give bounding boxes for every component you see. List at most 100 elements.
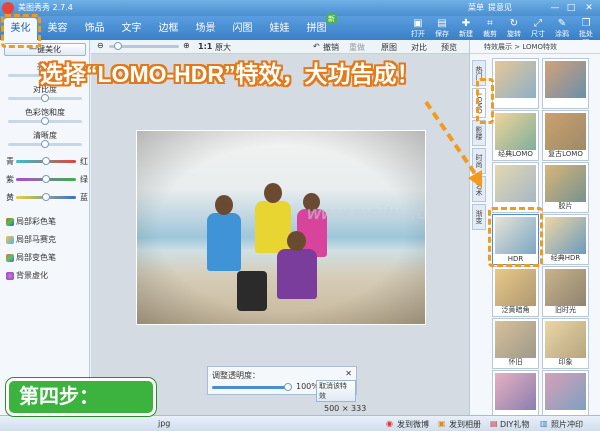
original-size-button[interactable]: 原大 xyxy=(215,42,231,53)
recolor-brush-icon xyxy=(6,254,14,262)
crop-button[interactable]: ⌗ 裁剪 xyxy=(480,18,500,40)
cyan-red-slider[interactable] xyxy=(16,157,76,165)
canvas-toolbar: ⊖ ⊕ 1:1 原大 ↶ 撤销 重做 原图 对比 预览 xyxy=(91,40,469,54)
share-album-link[interactable]: 发到相册 xyxy=(449,419,481,430)
effect-thumb[interactable] xyxy=(492,370,539,421)
child-figure xyxy=(255,201,291,253)
watermark-text: www.meitu.com xyxy=(307,203,425,223)
share-weibo-link[interactable]: 发到微博 xyxy=(397,419,429,430)
tab-flash[interactable]: 闪图 xyxy=(226,18,259,40)
yellow-blue-knob[interactable] xyxy=(42,193,50,201)
opacity-knob[interactable] xyxy=(284,383,292,391)
tab-doll[interactable]: 娃娃 xyxy=(263,18,296,40)
local-mosaic[interactable]: 局部马赛克 xyxy=(16,234,56,245)
compare-button[interactable]: 对比 xyxy=(411,42,427,53)
effect-preview xyxy=(495,373,536,410)
saturation-slider[interactable] xyxy=(8,117,82,125)
effect-preview xyxy=(495,61,536,98)
doodle-label: 涂鸦 xyxy=(555,30,569,38)
weibo-icon: ◉ xyxy=(386,419,393,428)
preview-button[interactable]: 预览 xyxy=(441,42,457,53)
opacity-fill xyxy=(212,386,292,389)
rotate-icon: ↻ xyxy=(509,18,519,29)
tab-scene[interactable]: 场景 xyxy=(189,18,222,40)
local-recolor-brush[interactable]: 局部变色笔 xyxy=(16,252,56,263)
feedback-button[interactable]: 提意见 xyxy=(488,2,512,13)
original-button[interactable]: 原图 xyxy=(381,42,397,53)
photo-print-link[interactable]: 照片冲印 xyxy=(551,419,583,430)
effect-thumb[interactable]: 胶片 xyxy=(542,162,589,213)
effect-thumb[interactable]: 印象 xyxy=(542,318,589,369)
opacity-slider[interactable] xyxy=(212,383,292,391)
effect-preview xyxy=(545,113,586,150)
purple-green-knob[interactable] xyxy=(42,175,50,183)
menu-button[interactable]: 菜单 xyxy=(468,2,484,13)
crop-icon: ⌗ xyxy=(487,18,493,29)
status-bar: jpg ◉ 发到微博 ▣ 发到相册 ▤ DIY礼物 ▥ 照片冲印 xyxy=(0,415,600,431)
open-button[interactable]: ▣ 打开 xyxy=(408,18,428,40)
effect-thumb[interactable]: 经典HDR xyxy=(542,214,589,265)
effect-thumb[interactable]: 怀旧 xyxy=(492,318,539,369)
effect-thumb[interactable] xyxy=(492,162,539,213)
tab-beauty[interactable]: 美容 xyxy=(41,18,74,40)
effect-preview xyxy=(495,165,536,202)
purple-green-slider[interactable] xyxy=(16,175,76,183)
effect-label: 旧时光 xyxy=(555,306,576,314)
zoom-in-icon[interactable]: ⊕ xyxy=(183,41,190,50)
tab-accessories[interactable]: 饰品 xyxy=(78,18,111,40)
side-tab-gradient[interactable]: 渐变 xyxy=(472,204,486,230)
sharpness-slider[interactable] xyxy=(8,140,82,148)
effect-thumb[interactable] xyxy=(492,58,539,109)
contrast-slider[interactable] xyxy=(8,94,82,102)
effect-label: 胶片 xyxy=(558,202,573,210)
cancel-effect-button[interactable]: 取消该特效 xyxy=(316,380,356,402)
highlight-hdr-effect xyxy=(488,207,543,267)
zoom-out-icon[interactable]: ⊖ xyxy=(97,41,104,50)
zoom-knob[interactable] xyxy=(114,42,122,50)
meitu-app-window: 美图秀秀 2.7.4 菜单 提意见 — □ ✕ 美化 美容 饰品 文字 边框 场… xyxy=(0,0,600,431)
opacity-close-icon[interactable]: ✕ xyxy=(345,369,352,378)
effect-thumb[interactable]: 泛黄暗角 xyxy=(492,266,539,317)
background-blur[interactable]: 背景虚化 xyxy=(16,270,48,281)
open-icon: ▣ xyxy=(413,18,423,29)
app-logo-icon xyxy=(2,2,14,14)
sharpness-knob[interactable] xyxy=(41,140,49,148)
effect-thumb[interactable] xyxy=(542,370,589,421)
close-icon[interactable]: ✕ xyxy=(582,2,596,14)
maximize-icon[interactable]: □ xyxy=(564,2,578,14)
print-icon: ▥ xyxy=(540,419,548,428)
rotate-button[interactable]: ↻ 旋转 xyxy=(504,18,524,40)
save-button[interactable]: ▤ 保存 xyxy=(432,18,452,40)
tab-text[interactable]: 文字 xyxy=(115,18,148,40)
contrast-knob[interactable] xyxy=(41,94,49,102)
effect-thumb[interactable]: 经典LOMO xyxy=(492,110,539,161)
doodle-button[interactable]: ✎ 涂鸦 xyxy=(552,18,572,40)
opacity-title: 调整透明度： xyxy=(212,371,260,380)
local-color-brush[interactable]: 局部彩色笔 xyxy=(16,216,56,227)
redo-button[interactable]: 重做 xyxy=(349,42,365,53)
resize-button[interactable]: ⤢ 尺寸 xyxy=(528,18,548,40)
child-figure xyxy=(277,249,317,299)
cyan-red-knob[interactable] xyxy=(42,157,50,165)
batch-button[interactable]: ❐批处理 xyxy=(576,18,596,47)
new-icon: ✚ xyxy=(461,18,471,29)
effect-thumb[interactable]: 复古LOMO xyxy=(542,110,589,161)
undo-button[interactable]: 撤销 xyxy=(323,42,339,53)
highlight-beautify-tab xyxy=(1,14,41,48)
new-badge: 新 xyxy=(326,14,337,24)
saturation-knob[interactable] xyxy=(41,117,49,125)
effect-label: 印象 xyxy=(558,358,573,366)
open-label: 打开 xyxy=(411,30,425,38)
new-label: 新建 xyxy=(459,30,473,38)
resize-icon: ⤢ xyxy=(534,18,542,29)
effect-thumb[interactable] xyxy=(542,58,589,109)
zoom-slider[interactable] xyxy=(109,42,179,50)
diy-gift-link[interactable]: DIY礼物 xyxy=(500,419,529,430)
yellow-blue-slider[interactable] xyxy=(16,193,76,201)
tab-frame[interactable]: 边框 xyxy=(152,18,185,40)
undo-icon[interactable]: ↶ xyxy=(313,42,320,51)
effect-preview xyxy=(545,321,586,358)
effect-thumb[interactable]: 旧时光 xyxy=(542,266,589,317)
new-button[interactable]: ✚ 新建 xyxy=(456,18,476,40)
minimize-icon[interactable]: — xyxy=(548,2,562,14)
